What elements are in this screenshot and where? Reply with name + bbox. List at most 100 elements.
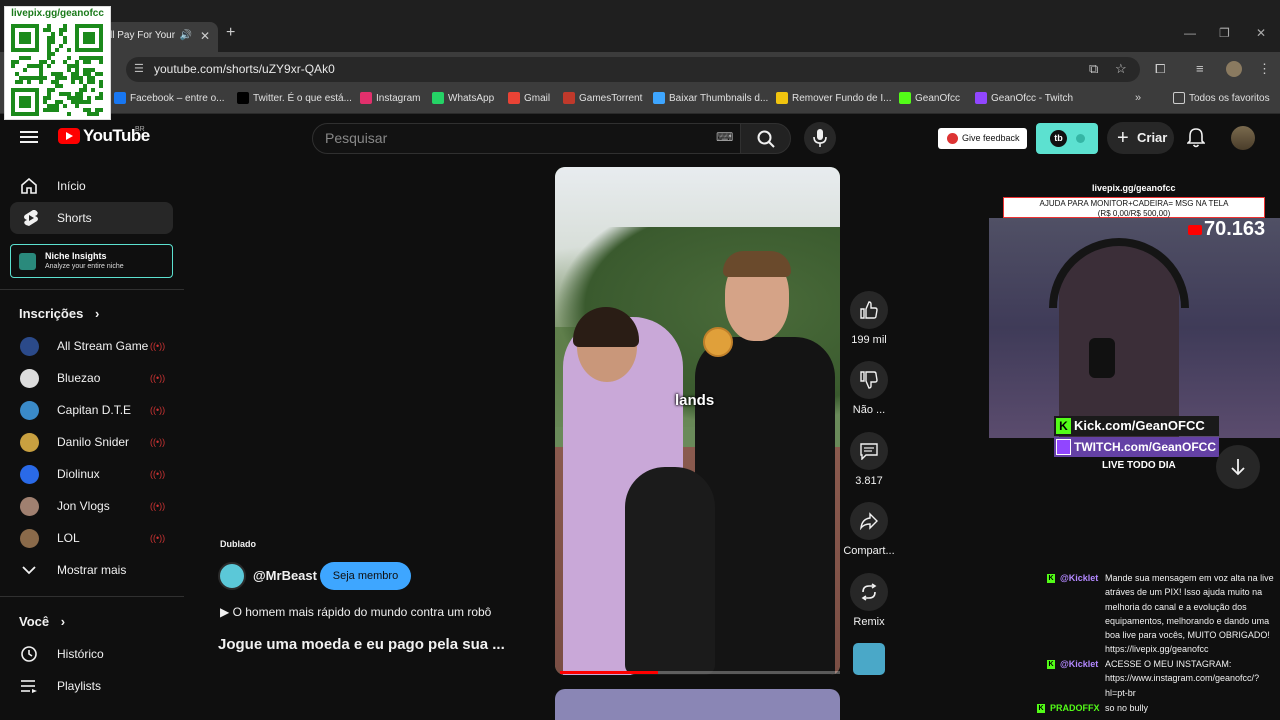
speaker-icon[interactable]: 🔊 <box>180 22 192 50</box>
account-avatar[interactable] <box>1231 126 1255 150</box>
subscription-item[interactable]: Diolinux ((•)) <box>0 458 184 490</box>
extension-toggle-button[interactable]: tb <box>1036 123 1098 154</box>
chat-text: so no bully <box>1105 703 1149 713</box>
subscription-item[interactable]: Bluezao ((•)) <box>0 362 184 394</box>
sidebar-item-playlists[interactable]: Playlists <box>0 670 184 702</box>
all-bookmarks[interactable]: Todos os favoritos <box>1173 92 1270 104</box>
media-control-icon[interactable]: ≡ <box>1196 61 1204 76</box>
profile-avatar[interactable] <box>1226 61 1242 77</box>
bookmark-item[interactable]: Twitter. É o que está... <box>237 92 352 104</box>
bookmark-item[interactable]: Baixar Thumbnails d... <box>653 92 768 104</box>
url-bar[interactable]: ☰ youtube.com/shorts/uZY9xr-QAk0 <box>126 57 1140 82</box>
create-button[interactable]: + Criar <box>1107 122 1174 154</box>
install-app-icon[interactable]: ⧉ <box>1089 61 1098 77</box>
give-feedback-button[interactable]: Give feedback <box>938 128 1027 149</box>
share-button[interactable] <box>850 502 888 540</box>
restore-icon[interactable]: ❐ <box>1219 26 1230 40</box>
subscription-item[interactable]: Capitan D.T.E ((•)) <box>0 394 184 426</box>
keyboard-icon[interactable]: ⌨ <box>716 130 733 144</box>
qr-code-icon <box>11 24 103 116</box>
short-video-player[interactable] <box>555 167 840 675</box>
bookmark-item[interactable]: GeanOfcc <box>899 92 960 104</box>
sound-thumbnail[interactable] <box>853 643 885 675</box>
like-button[interactable] <box>850 291 888 329</box>
extensions-icon[interactable]: ⧠ <box>1155 61 1165 77</box>
sidebar-divider <box>0 289 184 290</box>
youtube-logo-icon[interactable] <box>58 128 80 144</box>
subscriptions-header[interactable]: Inscrições › <box>19 306 99 321</box>
kick-logo-icon: K <box>1056 418 1071 434</box>
sidebar-item-history[interactable]: Histórico <box>0 638 184 670</box>
niche-insights-icon <box>19 253 36 270</box>
remix-button[interactable] <box>850 573 888 611</box>
more-bookmarks-icon[interactable]: » <box>1135 92 1141 104</box>
bookmark-item[interactable]: Instagram <box>360 92 420 104</box>
remix-icon <box>861 583 877 601</box>
subscription-item[interactable]: LOL ((•)) <box>0 522 184 554</box>
voice-search-button[interactable] <box>804 122 836 154</box>
site-info-icon[interactable]: ☰ <box>134 57 144 82</box>
tab-close-icon[interactable]: ✕ <box>200 22 210 50</box>
chat-username: @Kicklet <box>1060 659 1099 669</box>
dislike-button[interactable] <box>850 361 888 399</box>
menu-icon[interactable] <box>20 128 38 146</box>
microphone-shape <box>1089 338 1115 378</box>
live-indicator-icon: ((•)) <box>150 533 166 543</box>
show-more-button[interactable]: Mostrar mais <box>0 554 184 586</box>
next-video-button[interactable] <box>1216 445 1260 489</box>
chevron-right-icon: › <box>60 614 66 629</box>
next-short-preview[interactable] <box>555 689 840 720</box>
sidebar-divider <box>0 596 184 597</box>
comment-icon <box>860 443 878 460</box>
chat-username: @Kicklet <box>1060 573 1099 583</box>
video-frame-coin <box>703 327 733 357</box>
menu-dots-icon[interactable]: ⋮ <box>1258 61 1271 77</box>
dubbed-badge: Dublado <box>220 539 256 549</box>
bookmark-item[interactable]: Facebook – entre o... <box>114 92 225 104</box>
tab-title: ll Pay For Your <box>110 30 176 41</box>
subscription-item[interactable]: Jon Vlogs ((•)) <box>0 490 184 522</box>
live-schedule-text: LIVE TODO DIA <box>1102 460 1176 471</box>
plus-icon: + <box>1117 127 1129 149</box>
kick-banner: K Kick.com/GeanOFCC <box>1054 416 1219 436</box>
bookmark-item[interactable]: GamesTorrent <box>563 92 642 104</box>
channel-avatar[interactable] <box>218 562 246 590</box>
bookmark-item[interactable]: WhatsApp <box>432 92 494 104</box>
chat-message: K PRADOFFX so no bully <box>1037 701 1267 715</box>
kick-badge-icon: K <box>1047 660 1055 670</box>
bookmark-item[interactable]: GeanOfcc - Twitch <box>975 92 1073 104</box>
short-title[interactable]: Jogue uma moeda e eu pago pela sua ... <box>218 636 505 653</box>
channel-name[interactable]: @MrBeast <box>253 568 317 583</box>
subscription-item[interactable]: All Stream Game ((•)) <box>0 330 184 362</box>
bookmark-item[interactable]: Remover Fundo de I... <box>776 92 892 104</box>
video-subtitle: lands <box>675 392 715 409</box>
you-header[interactable]: Você › <box>19 614 65 629</box>
search-input[interactable]: Pesquisar <box>312 123 741 154</box>
search-button[interactable] <box>740 123 791 154</box>
bookmark-star-icon[interactable]: ☆ <box>1115 61 1127 77</box>
new-tab-button[interactable]: + <box>226 24 235 42</box>
chat-username: PRADOFFX <box>1050 703 1100 713</box>
remix-label: Remix <box>853 616 885 628</box>
dislike-label: Não ... <box>852 404 886 416</box>
window-close-icon[interactable]: ✕ <box>1256 26 1266 40</box>
channel-avatar <box>20 497 39 516</box>
related-video-link[interactable]: ▶ O homem mais rápido do mundo contra um… <box>220 605 491 619</box>
streamer-webcam <box>989 218 1280 438</box>
notifications-bell-icon[interactable] <box>1186 128 1206 153</box>
subscription-item[interactable]: Danilo Snider ((•)) <box>0 426 184 458</box>
bookmark-item[interactable]: Gmail <box>508 92 550 104</box>
channel-avatar <box>20 465 39 484</box>
video-progress-bar[interactable] <box>560 671 840 674</box>
search-icon <box>757 130 775 148</box>
playlists-icon <box>21 680 37 693</box>
sidebar-item-home[interactable]: Início <box>0 170 184 202</box>
comments-button[interactable] <box>850 432 888 470</box>
join-membership-button[interactable]: Seja membro <box>320 562 411 590</box>
sidebar-item-shorts[interactable]: Shorts <box>10 202 173 234</box>
niche-insights-button[interactable]: Niche Insights Analyze your entire niche <box>10 244 173 278</box>
arrow-down-icon <box>1231 459 1245 476</box>
minimize-icon[interactable]: — <box>1184 26 1196 40</box>
gmail-icon <box>508 92 520 104</box>
browser-tab[interactable]: ll Pay For Your 🔊 ✕ <box>104 22 218 52</box>
